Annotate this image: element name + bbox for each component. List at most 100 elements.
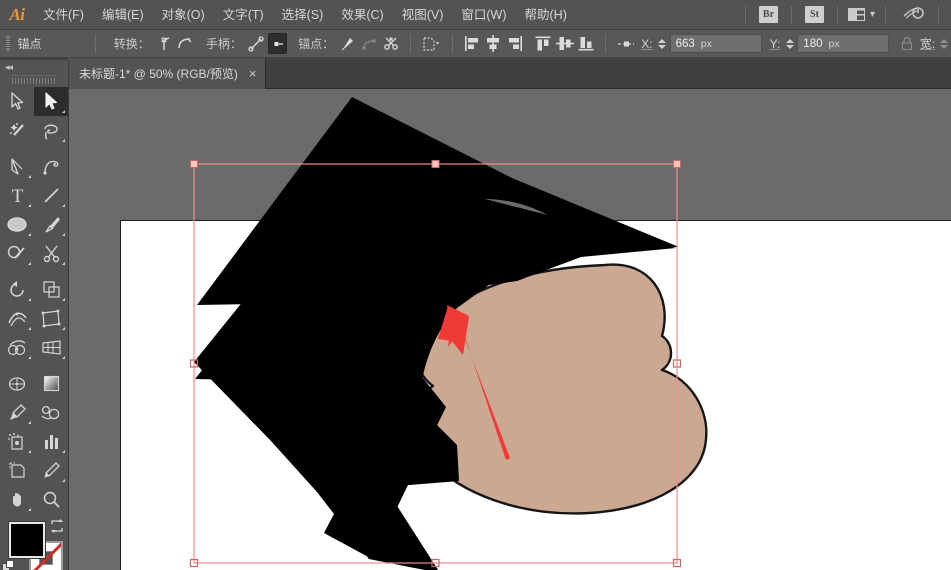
menu-help[interactable]: 帮助(H) — [516, 0, 576, 30]
menu-effect[interactable]: 效果(C) — [332, 0, 392, 30]
illustrator-window: Ai 文件(F) 编辑(E) 对象(O) 文字(T) 选择(S) 效果(C) 视… — [0, 0, 951, 570]
control-bar-grip[interactable] — [6, 36, 10, 52]
tool-free-transform[interactable] — [34, 304, 68, 333]
convert-to-smooth-icon[interactable] — [175, 33, 195, 54]
tool-symbol-sprayer[interactable] — [0, 427, 34, 456]
align-left-icon[interactable] — [462, 33, 482, 54]
y-coordinate-field[interactable]: 180 px — [784, 34, 889, 53]
align-bottom-icon[interactable] — [577, 33, 597, 54]
chevron-down-icon: ▾ — [870, 9, 875, 20]
tool-flyout-indicator — [62, 139, 65, 142]
tool-scissors[interactable] — [34, 239, 68, 268]
menu-file[interactable]: 文件(F) — [34, 0, 93, 30]
menu-bar: Ai 文件(F) 编辑(E) 对象(O) 文字(T) 选择(S) 效果(C) 视… — [0, 0, 951, 30]
stock-button[interactable]: St — [805, 6, 824, 23]
convert-to-corner-icon[interactable] — [154, 33, 174, 54]
divider — [885, 6, 886, 24]
cut-path-icon[interactable] — [381, 33, 401, 54]
tool-flyout-indicator — [62, 262, 65, 265]
menu-type[interactable]: 文字(T) — [214, 0, 273, 30]
tool-flyout-indicator — [62, 110, 65, 113]
align-right-icon[interactable] — [505, 33, 525, 54]
collapse-panel-icon[interactable]: ◂◂ — [5, 62, 12, 73]
tool-artboard[interactable] — [0, 456, 34, 485]
tools-panel-drag-handle[interactable] — [12, 75, 56, 84]
tool-flyout-indicator — [62, 298, 65, 301]
canvas-area[interactable] — [69, 89, 951, 570]
menu-window[interactable]: 窗口(W) — [452, 0, 515, 30]
document-tab-bar: 未标题-1* @ 50% (RGB/预览) × — [0, 58, 951, 89]
tool-flyout-indicator — [28, 262, 31, 265]
default-fill-stroke-icon[interactable] — [2, 560, 15, 570]
tool-shaper[interactable] — [0, 239, 34, 268]
tool-direct-selection[interactable] — [34, 87, 68, 116]
tool-line-segment[interactable] — [34, 181, 68, 210]
tool-lasso[interactable] — [34, 116, 68, 145]
tool-type[interactable]: T — [0, 181, 34, 210]
tool-flyout-indicator — [28, 421, 31, 424]
remove-anchor-icon[interactable] — [338, 33, 358, 54]
x-stepper[interactable] — [657, 35, 668, 53]
tool-shape-builder[interactable] — [0, 333, 34, 362]
menu-edit[interactable]: 编辑(E) — [93, 0, 153, 30]
tool-flyout-indicator — [28, 175, 31, 178]
tool-perspective-grid[interactable] — [34, 333, 68, 362]
control-bar: 锚点 转换： 手柄： — [0, 30, 951, 58]
tool-paintbrush[interactable] — [34, 210, 68, 239]
x-input[interactable]: 663 px — [670, 34, 762, 53]
connect-anchors-icon[interactable] — [360, 33, 380, 54]
sync-settings-icon[interactable] — [902, 3, 924, 26]
x-value: 663 — [676, 38, 695, 50]
tool-ellipse[interactable] — [0, 210, 34, 239]
divider — [452, 34, 453, 53]
tool-zoom[interactable] — [34, 485, 68, 514]
tool-hand[interactable] — [0, 485, 34, 514]
tool-flyout-indicator — [28, 450, 31, 453]
tool-width[interactable] — [0, 304, 34, 333]
menu-view[interactable]: 视图(V) — [393, 0, 453, 30]
tool-flyout-indicator — [28, 298, 31, 301]
menu-select[interactable]: 选择(S) — [273, 0, 333, 30]
isolate-selected-icon[interactable] — [420, 33, 443, 54]
tool-pen[interactable] — [0, 152, 34, 181]
x-unit: px — [701, 38, 712, 50]
lock-proportions-icon[interactable] — [897, 33, 917, 54]
bridge-button[interactable]: Br — [759, 6, 778, 23]
tool-blend[interactable] — [34, 398, 68, 427]
tool-eyedropper[interactable] — [0, 398, 34, 427]
transform-reference-icon[interactable] — [615, 33, 638, 54]
document-tab[interactable]: 未标题-1* @ 50% (RGB/预览) × — [68, 58, 266, 89]
svg-text:T: T — [11, 186, 23, 205]
arrange-documents-icon[interactable]: ▾ — [848, 8, 875, 21]
align-top-icon[interactable] — [534, 33, 554, 54]
menu-object[interactable]: 对象(O) — [153, 0, 214, 30]
fill-swatch[interactable] — [9, 522, 45, 558]
tool-magic-wand[interactable] — [0, 116, 34, 145]
menu-bar-right-group: Br St ▾ — [739, 3, 951, 26]
tool-slice[interactable] — [34, 456, 68, 485]
close-icon[interactable]: × — [249, 67, 257, 80]
swap-fill-stroke-icon[interactable] — [50, 519, 64, 538]
tool-curvature[interactable] — [34, 152, 68, 181]
tools-panel: ◂◂ — [0, 60, 69, 570]
tool-flyout-indicator — [62, 327, 65, 330]
align-center-vertical-icon[interactable] — [555, 33, 575, 54]
width-stepper[interactable] — [939, 35, 949, 53]
show-handles-icon[interactable] — [246, 33, 266, 54]
divider — [95, 34, 96, 53]
convert-label: 转换： — [114, 35, 150, 52]
tool-flyout-indicator — [28, 508, 31, 511]
tool-column-graph[interactable] — [34, 427, 68, 456]
tool-mesh[interactable] — [0, 369, 34, 398]
tool-scale[interactable] — [34, 275, 68, 304]
y-input[interactable]: 180 px — [797, 34, 889, 53]
divider — [791, 6, 792, 24]
tool-rotate[interactable] — [0, 275, 34, 304]
hide-handles-icon[interactable] — [268, 33, 288, 54]
y-stepper[interactable] — [784, 35, 795, 53]
tool-gradient[interactable] — [34, 369, 68, 398]
document-tab-title: 未标题-1* @ 50% (RGB/预览) — [79, 65, 238, 82]
align-center-horizontal-icon[interactable] — [483, 33, 503, 54]
x-coordinate-field[interactable]: 663 px — [657, 34, 762, 53]
tool-selection[interactable] — [0, 87, 34, 116]
